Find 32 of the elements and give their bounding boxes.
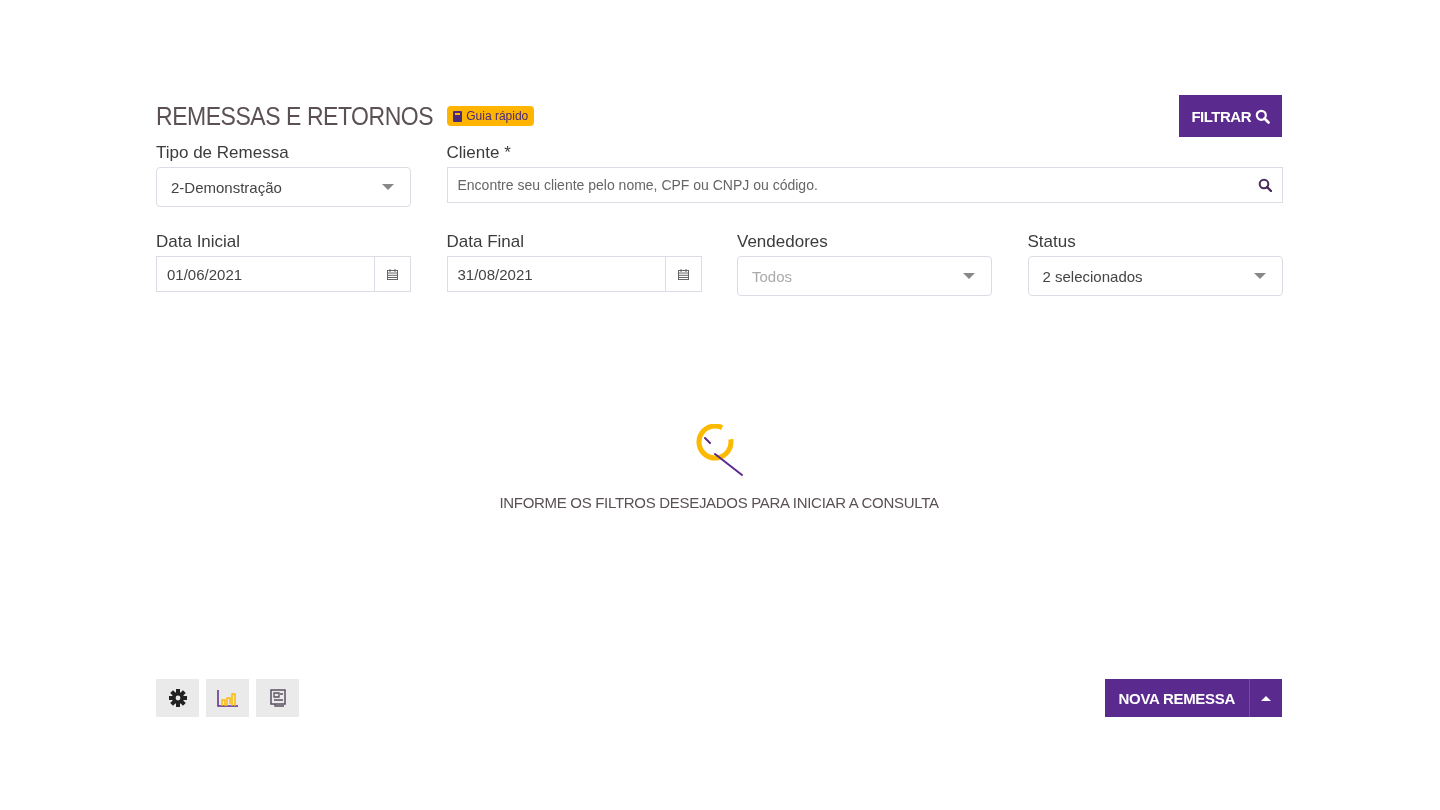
field-label: Data Final bbox=[446, 231, 525, 253]
magnifier-icon bbox=[695, 423, 743, 476]
bar-chart-icon bbox=[216, 689, 239, 707]
dropdown-caret-icon bbox=[1253, 273, 1266, 279]
caret-up-icon bbox=[1261, 695, 1271, 701]
document-icon bbox=[269, 689, 286, 707]
empty-state-message: INFORME OS FILTROS DESEJADOS PARA INICIAR A CONSULTA bbox=[499, 493, 939, 511]
search-icon bbox=[1255, 108, 1270, 124]
chart-button[interactable] bbox=[206, 679, 249, 717]
dropdown-field[interactable]: 2-Demonstração bbox=[156, 167, 411, 207]
dropdown-caret-icon bbox=[382, 184, 394, 190]
search-icon bbox=[1257, 178, 1272, 192]
date-field[interactable]: 31/08/2021 bbox=[446, 256, 702, 292]
calendar-icon[interactable] bbox=[387, 268, 398, 280]
book-icon bbox=[453, 110, 463, 122]
dropdown-field[interactable]: 2 selecionados bbox=[1027, 256, 1283, 296]
dropdown-caret-icon bbox=[963, 273, 975, 279]
new-shipment-button[interactable]: NOVA REMESSA bbox=[1104, 679, 1249, 717]
field-label: Data Inicial bbox=[156, 231, 242, 253]
page-title: REMESSAS E RETORNOS bbox=[156, 101, 434, 131]
field-label: Cliente * bbox=[446, 142, 512, 164]
report-button[interactable] bbox=[256, 679, 299, 717]
settings-button[interactable] bbox=[156, 679, 199, 717]
filter-button[interactable]: FILTRAR bbox=[1179, 95, 1282, 137]
field-label: Status bbox=[1027, 231, 1077, 253]
search-field[interactable]: Encontre seu cliente pelo nome, CPF ou CNPJ ou código. bbox=[446, 167, 1283, 203]
gear-icon bbox=[168, 689, 187, 707]
date-field[interactable]: 01/06/2021 bbox=[156, 256, 411, 292]
guide-badge[interactable]: Guia rápido bbox=[447, 106, 535, 126]
field-label: Tipo de Remessa bbox=[156, 142, 290, 164]
calendar-icon[interactable] bbox=[677, 268, 689, 280]
field-label: Vendedores bbox=[737, 231, 829, 253]
